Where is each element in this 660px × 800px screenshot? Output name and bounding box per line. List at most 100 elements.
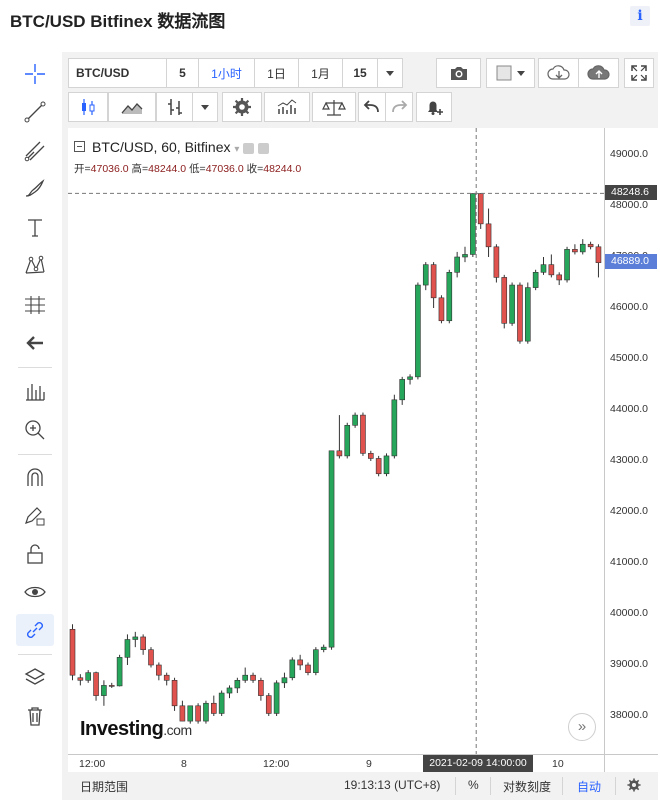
price-tick-label: 46000.0 [610, 301, 648, 313]
price-tick-label: 38000.0 [610, 709, 648, 721]
brush-tool-button[interactable] [16, 173, 54, 205]
bottom-divider [615, 777, 616, 795]
pattern-icon [25, 255, 45, 274]
indicators-button[interactable] [156, 92, 193, 122]
interval-15-button[interactable]: 15 [342, 58, 378, 88]
crosshair-time-tag: 2021-02-09 14:00:00 [423, 755, 533, 772]
time-tick-label: 10 [552, 758, 564, 770]
log-scale-button[interactable]: 对数刻度 [503, 778, 551, 795]
gear-icon[interactable] [258, 142, 270, 154]
text-tool-button[interactable] [16, 212, 54, 244]
chart-color-button[interactable] [486, 58, 535, 88]
pattern-tool-button[interactable] [16, 250, 54, 282]
interval-1d-button[interactable]: 1日 [254, 58, 299, 88]
candle-body [352, 414, 358, 426]
legend-collapse-button[interactable] [74, 141, 85, 152]
screenshot-button[interactable] [436, 58, 481, 88]
interval-dropdown-button[interactable] [377, 58, 403, 88]
trend-line-icon [24, 101, 46, 123]
save-chart-button[interactable] [578, 58, 619, 88]
candle-style-button[interactable] [68, 92, 108, 122]
candle-body [383, 455, 390, 475]
load-chart-button[interactable] [538, 58, 579, 88]
redo-button[interactable] [385, 92, 413, 122]
magnet-tool-button[interactable] [16, 462, 54, 494]
candle-body [579, 243, 586, 253]
price-tick-label: 40000.0 [610, 607, 648, 619]
fullscreen-button[interactable] [624, 58, 654, 88]
interval-5-button[interactable]: 5 [166, 58, 199, 88]
lock-drawing-button[interactable] [16, 500, 54, 532]
candle-body [430, 264, 437, 299]
candle-body [367, 453, 374, 459]
link-button[interactable] [16, 614, 54, 646]
price-tick-label: 49000.0 [610, 148, 648, 160]
open-label: 开= [74, 163, 91, 175]
price-tick-label: 44000.0 [610, 403, 648, 415]
candle-body [501, 277, 508, 324]
candle-body [438, 297, 445, 322]
info-icon[interactable]: i [630, 6, 650, 26]
candle-body [524, 287, 531, 342]
text-icon [28, 219, 42, 237]
lock-button[interactable] [16, 538, 54, 570]
date-range-button[interactable]: 日期范围 [80, 778, 128, 795]
bottom-divider [562, 777, 563, 795]
chart-settings-button[interactable] [626, 777, 642, 796]
symbol-input[interactable] [68, 58, 167, 88]
indicators-dropdown-button[interactable] [192, 92, 218, 122]
candle-body [156, 664, 162, 676]
candle-body [203, 702, 209, 722]
chart-plot-area[interactable] [68, 128, 604, 754]
ruler-icon [26, 384, 45, 401]
candle-body [470, 193, 476, 255]
prediction-tool-button[interactable] [16, 289, 54, 321]
delete-button[interactable] [16, 700, 54, 732]
time-tick-label: 12:00 [263, 758, 290, 770]
candle-body [116, 657, 123, 687]
candle-body [281, 677, 288, 684]
candle-body [313, 649, 319, 673]
undo-button[interactable] [358, 92, 386, 122]
candle-body [101, 685, 107, 696]
alert-button[interactable] [416, 92, 452, 122]
compare-button[interactable] [108, 92, 156, 122]
open-value: 47036.0 [90, 163, 129, 175]
link-icon [27, 622, 43, 638]
bottom-divider [455, 777, 456, 795]
caret-down-icon[interactable]: ▾ [234, 144, 239, 155]
color-swatch-icon [496, 65, 525, 81]
measure-tool-button[interactable] [16, 376, 54, 408]
crosshair-tool-button[interactable] [16, 58, 54, 90]
candle-body [446, 272, 453, 322]
settings-button[interactable] [222, 92, 262, 122]
layers-button[interactable] [16, 662, 54, 694]
price-tick-label: 41000.0 [610, 556, 648, 568]
eye-icon[interactable] [243, 142, 255, 154]
auto-scale-button[interactable]: 自动 [577, 778, 601, 795]
time-tick-label: 12:00 [79, 758, 106, 770]
zoom-tool-button[interactable] [16, 414, 54, 446]
visibility-button[interactable] [16, 576, 54, 608]
price-tick-label: 48000.0 [610, 199, 648, 211]
candle-body [234, 679, 241, 689]
candle-body [485, 223, 492, 248]
studies-button[interactable] [264, 92, 310, 122]
unlock-icon [27, 544, 43, 564]
back-tool-button[interactable] [16, 327, 54, 359]
candle-body [564, 249, 570, 281]
scroll-to-latest-button[interactable]: » [568, 713, 596, 741]
gear-icon [627, 778, 641, 792]
arrow-left-icon [26, 336, 43, 350]
candle-body [328, 450, 335, 648]
candle-body [320, 646, 327, 651]
fib-tool-button[interactable] [16, 135, 54, 167]
candle-body [407, 376, 413, 380]
pencil-lock-icon [25, 507, 45, 526]
interval-1h-button[interactable]: 1小时 [198, 58, 255, 88]
compare-symbols-button[interactable] [312, 92, 356, 122]
interval-1m-button[interactable]: 1月 [298, 58, 343, 88]
trend-line-tool-button[interactable] [16, 96, 54, 128]
candle-body [77, 677, 84, 681]
percent-scale-button[interactable]: % [468, 778, 479, 792]
